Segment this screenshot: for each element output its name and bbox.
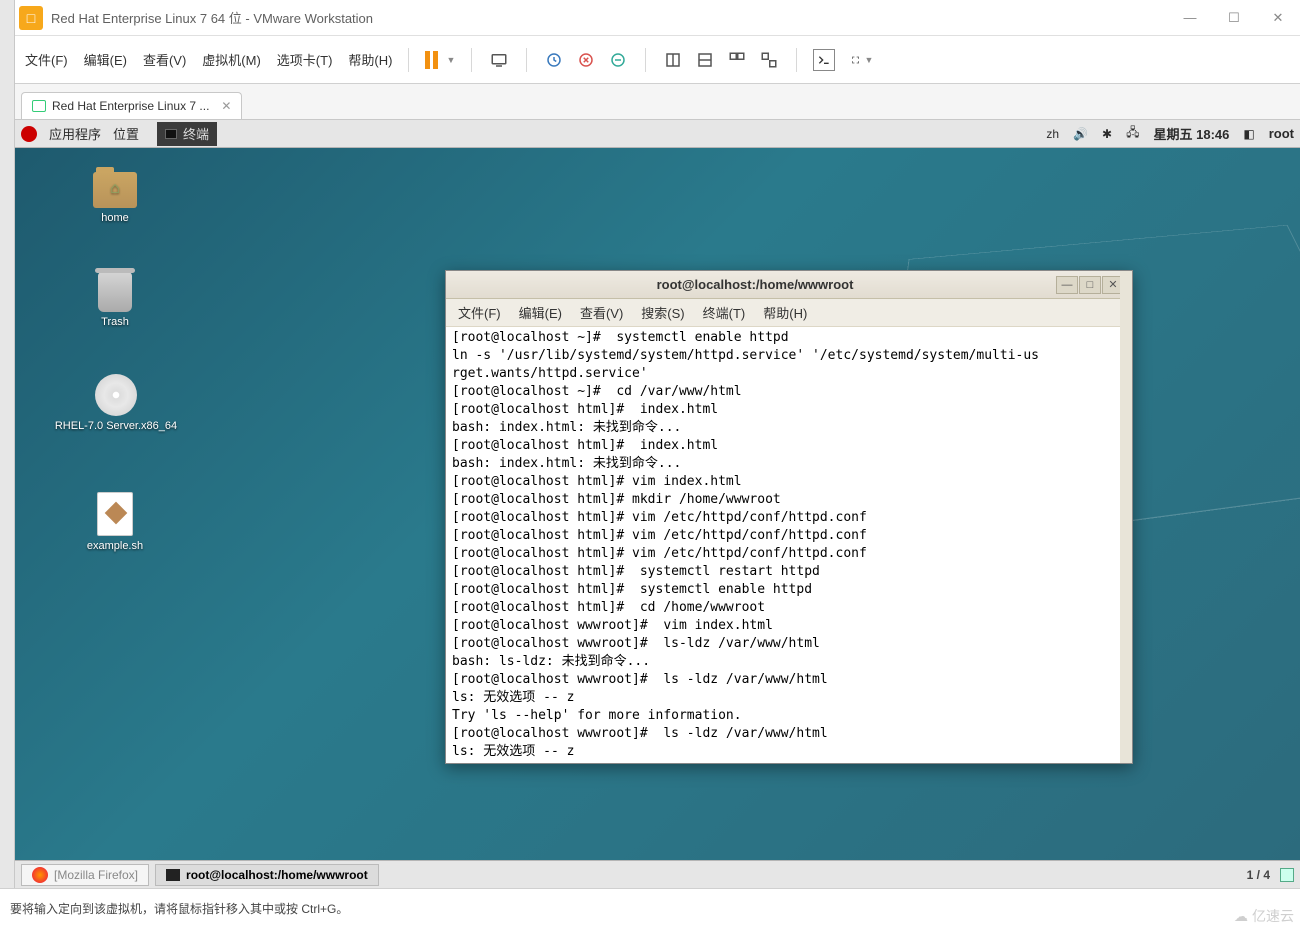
- snapshot-manager-icon[interactable]: [607, 49, 629, 71]
- panel-terminal-label: 终端: [183, 124, 209, 143]
- terminal-maximize-button[interactable]: □: [1079, 276, 1101, 294]
- trash-icon: [98, 272, 132, 312]
- toolbar-separator: [526, 48, 527, 72]
- desktop-icon-file[interactable]: example.sh: [65, 492, 165, 552]
- panel-places[interactable]: 位置: [113, 124, 139, 143]
- taskbar-terminal-label: root@localhost:/home/wwwroot: [186, 868, 368, 882]
- watermark: ☁ 亿速云: [1234, 906, 1294, 926]
- window-controls: — ☐ ✕: [1168, 3, 1300, 33]
- view-split-icon[interactable]: [694, 49, 716, 71]
- gnome-bottom-panel: [Mozilla Firefox] root@localhost:/home/w…: [15, 860, 1300, 888]
- dropdown-caret-icon[interactable]: ▼: [446, 55, 455, 65]
- watermark-cloud-icon: ☁: [1234, 908, 1248, 925]
- guest-desktop[interactable]: home Trash RHEL-7.0 Server.x86_64 exampl…: [15, 148, 1300, 860]
- bluetooth-icon[interactable]: ✱: [1102, 127, 1112, 141]
- desktop-label-file: example.sh: [65, 540, 165, 552]
- terminal-app-icon: [165, 129, 177, 139]
- terminal-task-icon: [166, 869, 180, 881]
- vmware-menubar: 文件(F) 编辑(E) 查看(V) 虚拟机(M) 选项卡(T) 帮助(H) ▼ …: [15, 36, 1300, 84]
- menu-vm[interactable]: 虚拟机(M): [202, 50, 261, 69]
- desktop-label-home: home: [65, 212, 165, 224]
- user-label[interactable]: root: [1269, 126, 1294, 141]
- terminal-output[interactable]: [root@localhost ~]# systemctl enable htt…: [446, 327, 1132, 763]
- vm-screen-icon: [32, 100, 46, 112]
- workspace-switcher-icon[interactable]: [1280, 868, 1294, 882]
- input-method-indicator[interactable]: zh: [1046, 127, 1059, 141]
- toolbar-separator: [408, 48, 409, 72]
- vmware-statusbar: 要将输入定向到该虚拟机，请将鼠标指针移入其中或按 Ctrl+G。: [0, 888, 1300, 928]
- watermark-text: 亿速云: [1252, 906, 1294, 926]
- volume-icon[interactable]: 🔊: [1073, 127, 1088, 141]
- view-thumbnail-icon[interactable]: [726, 49, 748, 71]
- power-icon[interactable]: ◧: [1243, 127, 1254, 141]
- snapshot-icon[interactable]: [543, 49, 565, 71]
- menu-file[interactable]: 文件(F): [25, 50, 68, 69]
- vmware-status-text: 要将输入定向到该虚拟机，请将鼠标指针移入其中或按 Ctrl+G。: [10, 900, 348, 917]
- snapshot-revert-icon[interactable]: [575, 49, 597, 71]
- desktop-label-cd: RHEL-7.0 Server.x86_64: [51, 420, 181, 432]
- desktop-icon-cd[interactable]: RHEL-7.0 Server.x86_64: [51, 374, 181, 432]
- firefox-icon: [32, 867, 48, 883]
- desktop-icon-trash[interactable]: Trash: [65, 272, 165, 328]
- taskbar-firefox[interactable]: [Mozilla Firefox]: [21, 864, 149, 886]
- term-menu-edit[interactable]: 编辑(E): [519, 303, 562, 322]
- taskbar-terminal[interactable]: root@localhost:/home/wwwroot: [155, 864, 379, 886]
- vmware-window-title: Red Hat Enterprise Linux 7 64 位 - VMware…: [51, 8, 373, 27]
- folder-icon: [93, 172, 137, 208]
- desktop-label-trash: Trash: [65, 316, 165, 328]
- vmware-titlebar: □ Red Hat Enterprise Linux 7 64 位 - VMwa…: [15, 0, 1300, 36]
- term-menu-view[interactable]: 查看(V): [580, 303, 623, 322]
- view-single-icon[interactable]: [662, 49, 684, 71]
- menu-view[interactable]: 查看(V): [143, 50, 186, 69]
- toolbar-separator: [645, 48, 646, 72]
- taskbar-firefox-label: [Mozilla Firefox]: [54, 868, 138, 882]
- terminal-minimize-button[interactable]: —: [1056, 276, 1078, 294]
- term-menu-search[interactable]: 搜索(S): [641, 303, 684, 322]
- send-ctrlaltdel-icon[interactable]: [488, 49, 510, 71]
- desktop-icon-home[interactable]: home: [65, 172, 165, 224]
- host-left-stub: [0, 0, 15, 928]
- network-icon[interactable]: 🖧: [1126, 123, 1139, 144]
- vmware-logo-icon: □: [19, 6, 43, 30]
- term-menu-help[interactable]: 帮助(H): [763, 303, 807, 322]
- menu-help[interactable]: 帮助(H): [348, 50, 392, 69]
- terminal-title-text: root@localhost:/home/wwwroot: [454, 277, 1056, 292]
- vm-tab-rhel[interactable]: Red Hat Enterprise Linux 7 ... ✕: [21, 92, 242, 119]
- workspace-indicator[interactable]: 1 / 4: [1247, 868, 1270, 882]
- pause-vm-button[interactable]: ▼: [425, 51, 455, 69]
- vm-tab-label: Red Hat Enterprise Linux 7 ...: [52, 99, 209, 113]
- activities-icon[interactable]: [21, 126, 37, 142]
- terminal-titlebar[interactable]: root@localhost:/home/wwwroot — □ ✕: [446, 271, 1132, 299]
- gnome-top-panel: 应用程序 位置 终端 zh 🔊 ✱ 🖧 星期五 18:46 ◧ root: [15, 120, 1300, 148]
- terminal-scrollbar[interactable]: [1120, 271, 1132, 763]
- toolbar-separator: [796, 48, 797, 72]
- terminal-menubar: 文件(F) 编辑(E) 查看(V) 搜索(S) 终端(T) 帮助(H): [446, 299, 1132, 327]
- close-button[interactable]: ✕: [1256, 3, 1300, 33]
- view-unity-icon[interactable]: [758, 49, 780, 71]
- term-menu-file[interactable]: 文件(F): [458, 303, 501, 322]
- panel-terminal-indicator[interactable]: 终端: [157, 122, 217, 146]
- term-menu-terminal[interactable]: 终端(T): [703, 303, 746, 322]
- vmware-tabbar: Red Hat Enterprise Linux 7 ... ✕: [15, 84, 1300, 120]
- menu-tabs[interactable]: 选项卡(T): [277, 50, 333, 69]
- minimize-button[interactable]: —: [1168, 3, 1212, 33]
- toolbar-separator: [471, 48, 472, 72]
- fullscreen-icon[interactable]: ▼: [851, 49, 873, 71]
- cd-icon: [95, 374, 137, 416]
- script-file-icon: [97, 492, 133, 536]
- terminal-window[interactable]: root@localhost:/home/wwwroot — □ ✕ 文件(F)…: [445, 270, 1133, 764]
- console-view-icon[interactable]: [813, 49, 835, 71]
- menu-edit[interactable]: 编辑(E): [84, 50, 127, 69]
- panel-applications[interactable]: 应用程序: [49, 124, 101, 143]
- maximize-button[interactable]: ☐: [1212, 3, 1256, 33]
- tab-close-icon[interactable]: ✕: [221, 99, 231, 113]
- clock-text[interactable]: 星期五 18:46: [1154, 124, 1230, 143]
